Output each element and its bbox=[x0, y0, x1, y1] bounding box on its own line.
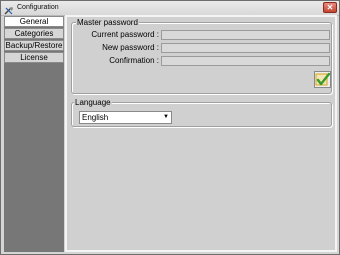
tab-backup-restore[interactable]: Backup/Restore bbox=[4, 40, 64, 51]
language-legend: Language bbox=[74, 98, 112, 107]
checkmark-icon bbox=[315, 72, 331, 87]
configuration-window: Configuration ✕ General Categories Backu… bbox=[0, 0, 340, 255]
master-password-legend: Master password bbox=[76, 18, 139, 27]
tab-license[interactable]: License bbox=[4, 52, 64, 63]
tab-general[interactable]: General bbox=[4, 16, 64, 27]
confirmation-label: Confirmation : bbox=[109, 56, 159, 65]
tools-icon bbox=[4, 3, 14, 15]
window-title: Configuration bbox=[17, 4, 59, 11]
language-group: Language English ▼ bbox=[71, 98, 332, 127]
close-button[interactable]: ✕ bbox=[323, 2, 337, 13]
current-password-field[interactable] bbox=[161, 30, 330, 40]
language-select[interactable]: English ▼ bbox=[79, 111, 172, 124]
language-selected-value: English bbox=[82, 113, 109, 122]
chevron-down-icon: ▼ bbox=[163, 114, 169, 120]
master-password-group: Master password Current password : New p… bbox=[71, 18, 332, 94]
general-panel: Master password Current password : New p… bbox=[65, 15, 337, 252]
title-bar: Configuration ✕ bbox=[1, 1, 339, 16]
new-password-field[interactable] bbox=[161, 43, 330, 53]
tab-categories[interactable]: Categories bbox=[4, 28, 64, 39]
sidebar: General Categories Backup/Restore Licens… bbox=[4, 16, 64, 252]
confirmation-field[interactable] bbox=[161, 56, 330, 66]
current-password-label: Current password : bbox=[91, 30, 159, 39]
apply-password-button[interactable] bbox=[314, 71, 331, 88]
close-icon: ✕ bbox=[326, 3, 334, 12]
new-password-label: New password : bbox=[102, 43, 159, 52]
